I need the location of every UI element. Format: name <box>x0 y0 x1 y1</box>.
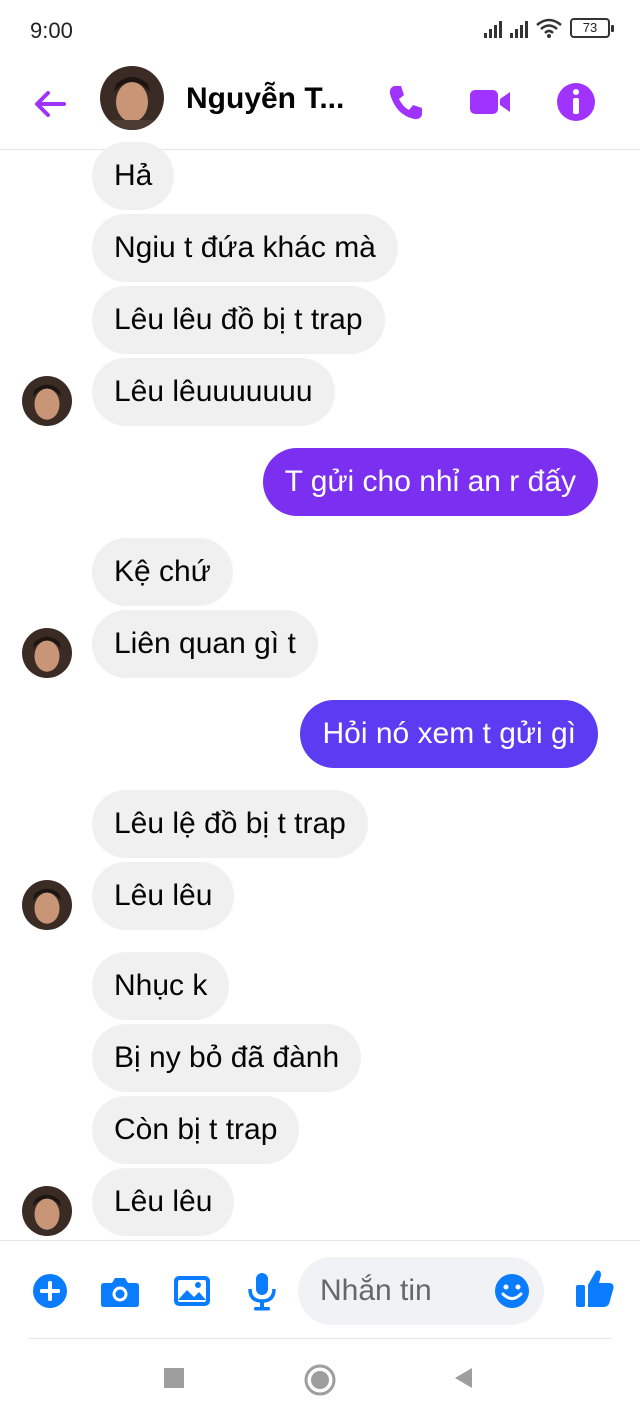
contact-avatar[interactable] <box>100 66 164 130</box>
wifi-icon <box>536 18 562 38</box>
incoming-message[interactable]: Lêu lêuuuuuuu <box>92 358 335 426</box>
conversation-header: Nguyễn T... <box>0 60 640 150</box>
incoming-message[interactable]: Kệ chứ <box>92 538 233 606</box>
sender-avatar[interactable] <box>22 1186 72 1236</box>
signal-icon <box>510 18 528 38</box>
incoming-message[interactable]: Liên quan gì t <box>92 610 318 678</box>
emoji-icon[interactable] <box>492 1271 532 1311</box>
status-time: 9:00 <box>30 18 73 43</box>
incoming-message[interactable]: Lêu lệ đồ bị t trap <box>92 790 368 858</box>
video-camera-icon[interactable] <box>466 78 514 126</box>
incoming-message[interactable]: Hả <box>92 142 175 210</box>
info-icon[interactable] <box>552 78 600 126</box>
thumbs-up-icon[interactable] <box>572 1265 618 1311</box>
outgoing-message[interactable]: Hỏi nó xem t gửi gì <box>300 700 598 768</box>
recents-square-icon[interactable] <box>160 1364 188 1392</box>
sender-avatar[interactable] <box>22 376 72 426</box>
image-icon[interactable] <box>170 1269 214 1313</box>
status-icons: 73 <box>484 18 614 38</box>
microphone-icon[interactable] <box>240 1269 284 1313</box>
contact-name[interactable]: Nguyễn T... <box>186 82 344 116</box>
signal-icon <box>484 18 502 38</box>
incoming-message[interactable]: Lêu lêu đồ bị t trap <box>92 286 385 354</box>
home-circle-icon[interactable] <box>302 1362 338 1398</box>
plus-icon[interactable] <box>28 1269 72 1313</box>
status-bar: 9:00 73 <box>0 0 640 60</box>
phone-icon[interactable] <box>382 78 430 126</box>
battery-icon: 73 <box>570 18 614 38</box>
divider <box>28 1338 612 1339</box>
incoming-message[interactable]: Lêu lêu <box>92 862 235 930</box>
sender-avatar[interactable] <box>22 628 72 678</box>
back-arrow-icon[interactable] <box>28 82 72 126</box>
back-triangle-icon[interactable] <box>450 1364 478 1392</box>
system-nav-bar <box>0 1340 640 1422</box>
camera-icon[interactable] <box>98 1269 142 1313</box>
incoming-message[interactable]: Nhục k <box>92 952 230 1020</box>
outgoing-message[interactable]: T gửi cho nhỉ an r đấy <box>262 448 598 516</box>
incoming-message[interactable]: Còn bị t trap <box>92 1096 300 1164</box>
message-composer <box>0 1240 640 1340</box>
sender-avatar[interactable] <box>22 880 72 930</box>
incoming-message[interactable]: Ngiu t đứa khác mà <box>92 214 398 282</box>
incoming-message[interactable]: Lêu lêu <box>92 1168 235 1236</box>
incoming-message[interactable]: Bị ny bỏ đã đành <box>92 1024 362 1092</box>
